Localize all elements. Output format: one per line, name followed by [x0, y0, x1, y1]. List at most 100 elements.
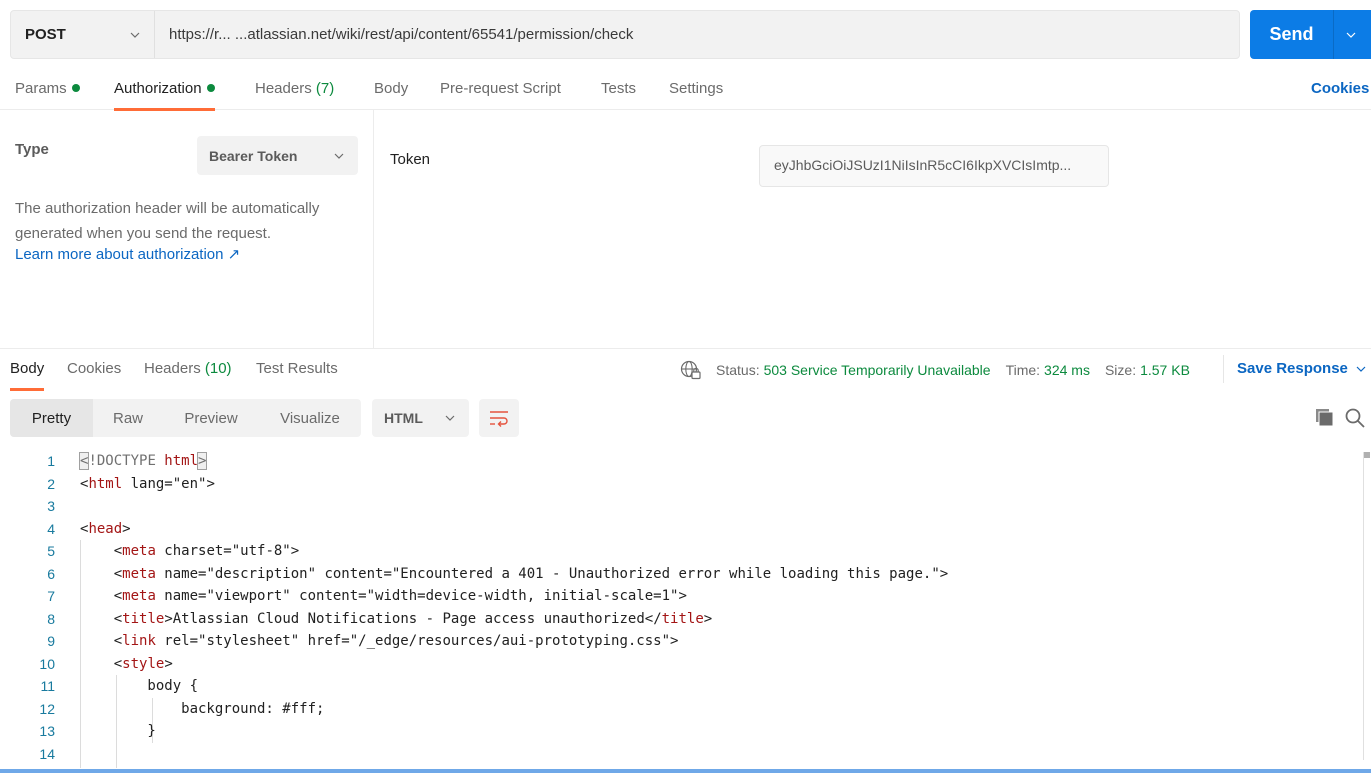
method-label: POST	[25, 26, 66, 43]
code-text: <meta name="description" content="Encoun…	[113, 565, 949, 582]
time-value: 324 ms	[1044, 362, 1090, 378]
auth-type-panel: Type Bearer Token The authorization head…	[0, 110, 374, 348]
code-line: 6 <meta name="description" content="Enco…	[0, 563, 1371, 586]
tab-authorization[interactable]: Authorization	[114, 80, 215, 111]
view-preview[interactable]: Preview	[163, 399, 259, 437]
code-line: 4 <head>	[0, 518, 1371, 541]
tab-label: Params	[15, 80, 67, 97]
method-select[interactable]: POST	[11, 11, 155, 58]
tab-pre-request-script[interactable]: Pre-request Script	[440, 80, 561, 97]
copy-icon	[1316, 409, 1334, 427]
send-options-button[interactable]	[1334, 10, 1371, 59]
line-number: 13	[39, 723, 55, 740]
code-text: }	[80, 723, 156, 740]
line-number: 8	[47, 610, 55, 627]
tab-settings[interactable]: Settings	[669, 80, 723, 97]
tab-params[interactable]: Params	[15, 80, 80, 97]
line-number: 6	[47, 565, 55, 582]
tab-label: Test Results	[256, 360, 338, 377]
code-line: 1 <!DOCTYPE html>	[0, 450, 1371, 473]
code-text: <style>	[113, 655, 173, 672]
line-number: 9	[47, 633, 55, 650]
response-code-view[interactable]: 1 <!DOCTYPE html> 2 <html lang="en"> 3 4 <head…	[0, 450, 1371, 768]
response-tab-test-results[interactable]: Test Results	[256, 360, 338, 377]
line-number: 5	[47, 543, 55, 560]
line-number: 2	[47, 475, 55, 492]
code-line: 10 <style>	[0, 653, 1371, 676]
token-label: Token	[390, 151, 431, 168]
copy-button[interactable]	[1314, 407, 1336, 429]
url-input[interactable]: https://r... ...atlassian.net/wiki/rest/…	[155, 26, 633, 43]
scrollbar-thumb[interactable]	[1364, 452, 1370, 458]
view-mode-selector: Pretty Raw Preview Visualize	[10, 399, 361, 437]
status-value: 503 Service Temporarily Unavailable	[763, 362, 991, 378]
divider	[1223, 355, 1224, 383]
view-raw[interactable]: Raw	[93, 399, 163, 437]
line-number: 12	[39, 700, 55, 717]
line-number: 4	[47, 520, 55, 537]
response-tab-body[interactable]: Body	[10, 360, 45, 391]
tab-label: Headers	[144, 360, 201, 377]
response-tab-cookies[interactable]: Cookies	[67, 360, 121, 377]
tab-label: Body	[374, 80, 409, 97]
code-line: 5 <meta charset="utf-8">	[0, 540, 1371, 563]
token-input[interactable]: eyJhbGciOiJSUzI1NiIsInR5cCI6IkpXVCIsImtp…	[759, 145, 1109, 187]
tab-label: Settings	[669, 80, 724, 97]
chevron-down-icon	[130, 32, 140, 38]
code-text: <meta charset="utf-8">	[113, 543, 300, 560]
tab-label: Cookies	[67, 360, 122, 377]
line-number: 3	[47, 498, 55, 515]
language-select[interactable]: HTML	[372, 399, 469, 437]
scrollbar-track[interactable]	[1363, 452, 1364, 760]
bottom-status-strip	[0, 769, 1371, 773]
size-label: Size:	[1104, 362, 1137, 378]
auth-description: The authorization header will be automat…	[15, 200, 320, 242]
type-label: Type	[15, 141, 49, 158]
status-label: Status:	[716, 362, 760, 378]
code-line: 12 background: #fff;	[0, 698, 1371, 721]
line-number: 1	[47, 453, 55, 470]
code-line: 13 }	[0, 720, 1371, 743]
request-tabs: Params Authorization Headers (7) Body Pr…	[0, 72, 1371, 111]
tab-label: Authorization	[114, 80, 202, 97]
view-pretty[interactable]: Pretty	[10, 399, 93, 437]
code-text: <link rel="stylesheet" href="/_edge/reso…	[113, 633, 679, 650]
view-visualize[interactable]: Visualize	[259, 399, 361, 437]
tab-body[interactable]: Body	[374, 80, 408, 97]
wrap-lines-icon	[490, 411, 508, 427]
active-dot-icon	[71, 84, 80, 93]
search-icon	[1345, 408, 1365, 428]
globe-lock-icon[interactable]	[680, 360, 702, 380]
tab-label: Tests	[601, 80, 637, 97]
tab-tests[interactable]: Tests	[601, 80, 636, 97]
tab-label: Pre-request Script	[440, 80, 561, 97]
send-button[interactable]: Send	[1250, 10, 1334, 59]
chevron-down-icon	[445, 415, 455, 421]
time-label: Time:	[1005, 362, 1041, 378]
line-number: 11	[40, 678, 55, 695]
auth-type-select[interactable]: Bearer Token	[197, 136, 358, 175]
code-text: <!DOCTYPE html>	[78, 452, 208, 471]
response-status-bar: Status: 503 Service Temporarily Unavaila…	[680, 360, 1190, 380]
auth-type-value: Bearer Token	[209, 147, 298, 164]
code-text: <html lang="en">	[80, 475, 215, 492]
tab-count: (10)	[204, 360, 232, 377]
size-value: 1.57 KB	[1140, 362, 1190, 378]
cookies-link[interactable]: Cookies	[1311, 80, 1369, 97]
language-value: HTML	[384, 410, 423, 426]
code-text: <head>	[80, 520, 131, 537]
response-tab-headers[interactable]: Headers (10)	[144, 360, 232, 377]
chevron-down-icon	[334, 153, 344, 159]
wrap-lines-button[interactable]	[479, 399, 519, 437]
active-dot-icon	[206, 84, 215, 93]
code-line: 11 body {	[0, 675, 1371, 698]
tab-headers[interactable]: Headers (7)	[255, 80, 334, 97]
save-response-button[interactable]: Save Response	[1237, 360, 1366, 377]
learn-more-link[interactable]: Learn more about authorization ↗	[15, 245, 240, 263]
code-line: 3	[0, 495, 1371, 518]
send-button-group: Send	[1250, 10, 1371, 59]
code-line: 8 <title>Atlassian Cloud Notifications -…	[0, 608, 1371, 631]
code-text: <title>Atlassian Cloud Notifications - P…	[113, 610, 713, 627]
code-text: background: #fff;	[80, 700, 325, 717]
search-button[interactable]	[1344, 407, 1366, 429]
